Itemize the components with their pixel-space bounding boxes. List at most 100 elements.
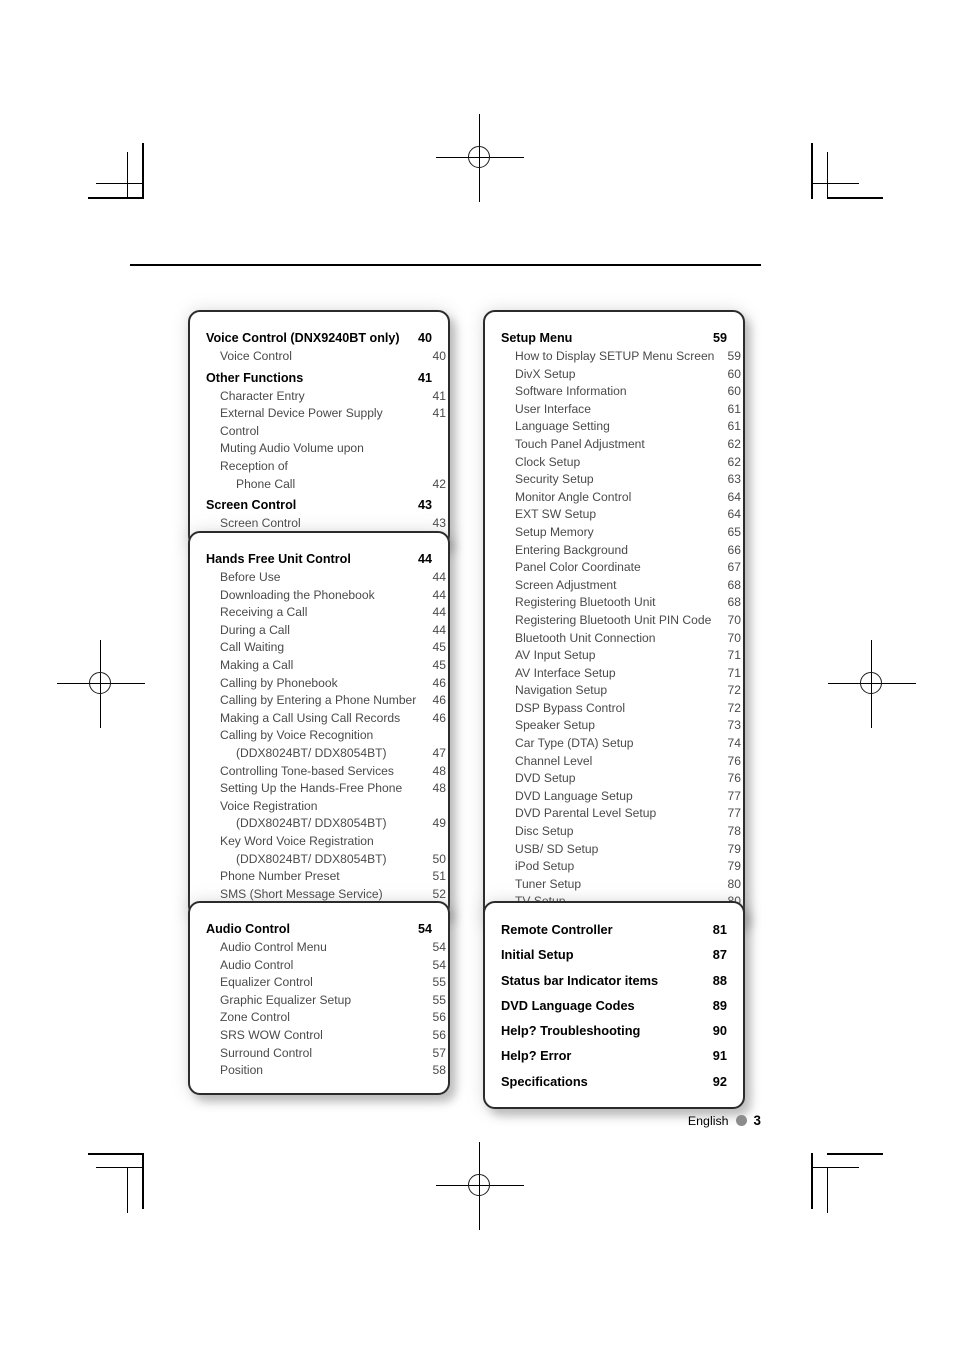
- toc-entry-row: During a Call 44: [206, 622, 446, 640]
- toc-chapter-row: Specifications 92: [501, 1069, 727, 1094]
- toc-entry-page-number: 44: [417, 552, 432, 566]
- toc-entry-page-number: 87: [712, 947, 727, 963]
- toc-entry-label: Graphic Equalizer Setup: [220, 992, 352, 1007]
- toc-chapter-row: Setup Menu 59: [501, 328, 727, 348]
- toc-entry-page-number: 70: [727, 612, 741, 627]
- toc-entry-label: Phone Number Preset: [220, 869, 340, 884]
- toc-entry-label: Software Information: [515, 384, 627, 399]
- toc-entry-label: DivX Setup: [515, 366, 576, 381]
- crop-mark-top-right-inner-v: [827, 152, 828, 198]
- toc-entry-label: USB/ SD Setup: [515, 841, 599, 856]
- toc-entry-page-number: 79: [727, 859, 741, 874]
- toc-entry-label: Monitor Angle Control: [515, 489, 632, 504]
- toc-entry-row: Software Information 60: [501, 383, 741, 401]
- toc-entry-row: Audio Control Menu 54: [206, 939, 446, 957]
- toc-entry-row: Controlling Tone-based Services 48: [206, 763, 446, 781]
- toc-entry-row: Zone Control 56: [206, 1009, 446, 1027]
- toc-entry-row: Voice Control 40: [206, 348, 446, 366]
- toc-entry-row: Entering Background 66: [501, 542, 741, 560]
- toc-entry-label: Downloading the Phonebook: [220, 587, 375, 602]
- toc-entry-row: Language Setting 61: [501, 418, 741, 436]
- toc-entry-row: Registering Bluetooth Unit PIN Code 70: [501, 612, 741, 630]
- toc-entry-page-number: 46: [432, 675, 446, 690]
- registration-mark-bottom: [436, 1142, 524, 1230]
- toc-entry-label: DVD Language Codes: [501, 997, 635, 1013]
- toc-entry-label: SRS WOW Control: [220, 1027, 323, 1042]
- toc-entry-page-number: 72: [727, 700, 741, 715]
- toc-entry-label: DSP Bypass Control: [515, 700, 626, 715]
- crop-mark-top-right-inner-h: [811, 183, 859, 184]
- toc-entry-page-number: 44: [432, 570, 446, 584]
- crop-mark-bottom-left-inner-h: [96, 1167, 144, 1168]
- toc-entry-label: Controlling Tone-based Services: [220, 763, 394, 778]
- toc-entry-row: User Interface 61: [501, 401, 741, 419]
- toc-entry-page-number: 44: [432, 587, 446, 602]
- footer-language: English: [687, 1113, 729, 1128]
- toc-entry-row: USB/ SD Setup 79: [501, 841, 741, 859]
- toc-entry-label: Calling by Entering a Phone Number: [220, 693, 417, 708]
- toc-entry-row: Touch Panel Adjustment 62: [501, 436, 741, 454]
- toc-entry-label: Car Type (DTA) Setup: [515, 736, 634, 751]
- toc-entry-label: Registering Bluetooth Unit PIN Code: [515, 612, 712, 627]
- toc-entry-page-number: 42: [432, 476, 446, 491]
- toc-entry-label: DVD Language Setup: [515, 788, 633, 803]
- toc-entry-page-number: 73: [727, 718, 741, 733]
- toc-entry-page-number: 71: [727, 665, 741, 680]
- toc-entry-label: Audio Control Menu: [220, 940, 327, 954]
- toc-entry-label: Before Use: [220, 570, 281, 584]
- toc-entry-label: Audio Control: [206, 922, 290, 936]
- toc-entry-row: Monitor Angle Control 64: [501, 489, 741, 507]
- toc-entry-label: DVD Setup: [515, 771, 576, 786]
- crop-mark-bottom-left-outer-h: [88, 1153, 144, 1155]
- crop-mark-bottom-right-inner-h: [811, 1167, 859, 1168]
- toc-entry-row: AV Input Setup 71: [501, 647, 741, 665]
- toc-entry-page-number: 56: [432, 1010, 446, 1025]
- toc-entry-page-number: 60: [727, 366, 741, 381]
- toc-entry-page-number: 62: [727, 436, 741, 451]
- toc-entry-row: Panel Color Coordinate 67: [501, 559, 741, 577]
- toc-entry-row: Surround Control 57: [206, 1045, 446, 1063]
- toc-entry-page-number: 41: [432, 406, 446, 421]
- toc-entry-page-number: 55: [432, 992, 446, 1007]
- toc-entry-page-number: 54: [432, 957, 446, 972]
- toc-box-voice-control: Voice Control (DNX9240BT only) 40 Voice Co…: [188, 310, 450, 548]
- toc-entry-label-continuation: (DDX8024BT/ DDX8054BT): [236, 851, 387, 866]
- toc-entry-page-number: 77: [727, 806, 741, 821]
- toc-entry-page-number: 43: [417, 498, 432, 513]
- toc-entry-row: Bluetooth Unit Connection 70: [501, 630, 741, 648]
- toc-entry-label: Setting Up the Hands-Free Phone: [220, 781, 403, 796]
- toc-entry-page-number: 76: [727, 771, 741, 786]
- toc-entry-row: Channel Level 76: [501, 753, 741, 771]
- crop-mark-top-left-outer-h: [88, 197, 144, 199]
- toc-entry-label: Disc Setup: [515, 824, 574, 839]
- toc-entry-row: Character Entry 41: [206, 388, 446, 406]
- toc-entry-page-number: 59: [712, 331, 727, 345]
- toc-entry-row: Voice Registration (DDX8024BT/ DDX8054BT)…: [206, 798, 446, 833]
- toc-entry-label: Screen Control: [206, 498, 297, 513]
- crop-mark-bottom-left-outer-v: [142, 1153, 144, 1209]
- toc-entry-label: DVD Parental Level Setup: [515, 806, 657, 821]
- toc-entry-label: Language Setting: [515, 419, 610, 434]
- toc-entry-row: Setting Up the Hands-Free Phone 48: [206, 780, 446, 798]
- toc-entry-row: Making a Call 45: [206, 657, 446, 675]
- toc-entry-label: Making a Call Using Call Records: [220, 710, 401, 725]
- toc-entry-row: Setup Memory 65: [501, 524, 741, 542]
- footer-page-number: 3: [753, 1113, 761, 1128]
- toc-entry-row: Calling by Phonebook 46: [206, 675, 446, 693]
- toc-chapter-row: Hands Free Unit Control 44: [206, 549, 432, 569]
- toc-entry-label: During a Call: [220, 622, 290, 637]
- toc-entry-label: Making a Call: [220, 657, 294, 672]
- toc-entry-page-number: 79: [727, 841, 741, 856]
- toc-chapter-row: Initial Setup 87: [501, 942, 727, 967]
- toc-entry-page-number: 60: [727, 384, 741, 399]
- toc-entry-label-continuation: (DDX8024BT/ DDX8054BT): [236, 816, 387, 831]
- toc-entry-row: Clock Setup 62: [501, 454, 741, 472]
- toc-entry-label: User Interface: [515, 401, 591, 416]
- toc-chapter-row: Status bar Indicator items 88: [501, 968, 727, 993]
- toc-entry-label: Speaker Setup: [515, 718, 596, 733]
- toc-entry-label: Voice Control (DNX9240BT only): [206, 331, 400, 345]
- toc-chapter-row: Voice Control (DNX9240BT only) 40: [206, 328, 432, 348]
- crop-mark-bottom-right-inner-v: [827, 1167, 828, 1213]
- toc-entry-page-number: 44: [432, 622, 446, 637]
- toc-entry-label: Surround Control: [220, 1045, 313, 1060]
